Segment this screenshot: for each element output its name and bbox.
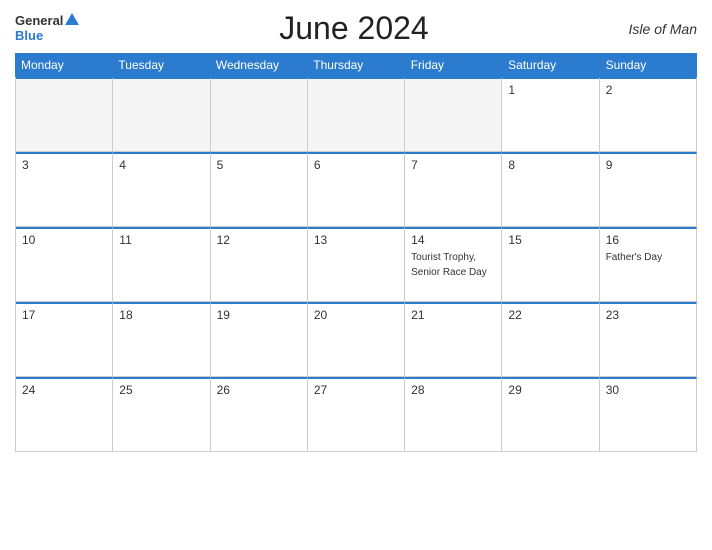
day-cell-26: 26 [211,377,308,452]
day-cell-22: 22 [502,302,599,377]
day-number: 14 [411,233,495,247]
day-number: 11 [119,233,203,247]
day-header-sunday: Sunday [600,53,697,77]
logo: General Blue [15,14,79,43]
day-number: 22 [508,308,592,322]
empty-cell [308,77,405,152]
day-cell-28: 28 [405,377,502,452]
day-cell-3: 3 [16,152,113,227]
day-number: 23 [606,308,690,322]
day-number: 12 [217,233,301,247]
day-cell-14: 14 Tourist Trophy,Senior Race Day [405,227,502,302]
empty-cell [405,77,502,152]
day-cell-17: 17 [16,302,113,377]
day-cell-18: 18 [113,302,210,377]
day-cell-12: 12 [211,227,308,302]
day-number: 15 [508,233,592,247]
day-cell-24: 24 [16,377,113,452]
day-number: 17 [22,308,106,322]
day-cell-8: 8 [502,152,599,227]
day-header-monday: Monday [15,53,112,77]
day-cell-13: 13 [308,227,405,302]
day-number: 9 [606,158,690,172]
day-header-tuesday: Tuesday [112,53,209,77]
day-number: 16 [606,233,690,247]
day-number: 6 [314,158,398,172]
day-number: 29 [508,383,592,397]
day-number: 18 [119,308,203,322]
day-cell-27: 27 [308,377,405,452]
event-tourist-trophy: Tourist Trophy,Senior Race Day [411,252,487,278]
calendar-title: June 2024 [279,10,428,47]
day-number: 30 [606,383,690,397]
day-cell-9: 9 [600,152,697,227]
day-cell-6: 6 [308,152,405,227]
day-cell-5: 5 [211,152,308,227]
day-number: 20 [314,308,398,322]
logo-blue-text: Blue [15,29,79,43]
calendar-grid: 1 2 3 4 5 6 7 8 9 10 11 [15,77,697,452]
day-number: 19 [217,308,301,322]
day-number: 4 [119,158,203,172]
day-cell-21: 21 [405,302,502,377]
day-header-friday: Friday [405,53,502,77]
logo-triangle-icon [65,13,79,25]
day-number: 2 [606,83,690,97]
empty-cell [16,77,113,152]
calendar-container: General Blue June 2024 Isle of Man Monda… [0,0,712,550]
day-cell-11: 11 [113,227,210,302]
day-number: 7 [411,158,495,172]
day-number: 13 [314,233,398,247]
day-cell-30: 30 [600,377,697,452]
day-cell-1: 1 [502,77,599,152]
day-cell-10: 10 [16,227,113,302]
region-label: Isle of Man [629,21,697,37]
day-cell-25: 25 [113,377,210,452]
day-cell-19: 19 [211,302,308,377]
empty-cell [211,77,308,152]
day-number: 5 [217,158,301,172]
calendar-header: General Blue June 2024 Isle of Man [15,10,697,47]
day-cell-2: 2 [600,77,697,152]
day-number: 3 [22,158,106,172]
day-cell-29: 29 [502,377,599,452]
empty-cell [113,77,210,152]
day-header-thursday: Thursday [307,53,404,77]
day-cell-23: 23 [600,302,697,377]
day-number: 21 [411,308,495,322]
day-number: 1 [508,83,592,97]
day-cell-4: 4 [113,152,210,227]
day-number: 8 [508,158,592,172]
day-header-wednesday: Wednesday [210,53,307,77]
day-number: 24 [22,383,106,397]
day-cell-16: 16 Father's Day [600,227,697,302]
day-cell-7: 7 [405,152,502,227]
day-number: 25 [119,383,203,397]
day-number: 26 [217,383,301,397]
event-fathers-day: Father's Day [606,252,662,263]
day-header-saturday: Saturday [502,53,599,77]
logo-general-text: General [15,14,63,28]
day-number: 10 [22,233,106,247]
day-number: 27 [314,383,398,397]
day-headers-row: Monday Tuesday Wednesday Thursday Friday… [15,53,697,77]
day-cell-20: 20 [308,302,405,377]
day-cell-15: 15 [502,227,599,302]
day-number: 28 [411,383,495,397]
